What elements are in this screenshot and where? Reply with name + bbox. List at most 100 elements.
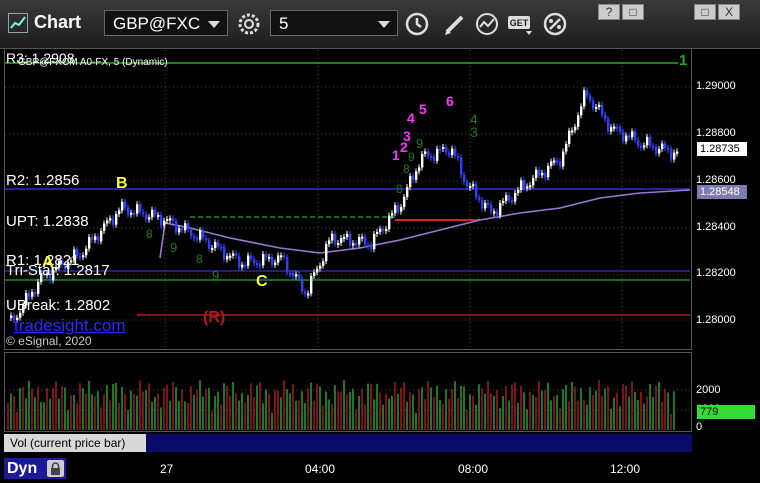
- candle-body: [208, 240, 211, 249]
- candle-body: [277, 255, 280, 263]
- candle-body: [595, 106, 598, 109]
- candle-body: [589, 95, 592, 101]
- candle-body: [604, 114, 607, 120]
- candle-body: [550, 161, 553, 166]
- candle-body: [319, 265, 322, 269]
- settings-button[interactable]: [234, 10, 264, 38]
- candle-body: [643, 145, 646, 148]
- candle-body: [91, 236, 94, 241]
- time-button[interactable]: [402, 10, 432, 38]
- candle-body: [313, 272, 316, 276]
- count-label: 9: [212, 268, 220, 283]
- candle-body: [529, 185, 532, 188]
- candle-body: [289, 272, 292, 275]
- candle-body: [295, 274, 298, 277]
- candle-body: [214, 242, 217, 249]
- symbol-value: GBP@FXC: [113, 14, 201, 33]
- candle-body: [346, 233, 349, 237]
- copyright: © eSignal, 2020: [6, 334, 92, 348]
- candle-body: [85, 248, 88, 256]
- candle-body: [106, 220, 109, 224]
- candle-body: [466, 182, 469, 187]
- candle-body: [562, 151, 565, 167]
- maximize-button[interactable]: □: [694, 4, 716, 20]
- candle-body: [559, 161, 562, 167]
- candle-body: [631, 131, 634, 138]
- candle-body: [265, 254, 268, 259]
- pencil-icon: [445, 15, 464, 35]
- candle-body: [511, 199, 514, 202]
- candle-body: [154, 209, 157, 215]
- candle-body: [664, 143, 667, 149]
- candle-body: [355, 243, 358, 246]
- ma-price-tag: 1.28548: [697, 185, 747, 199]
- candle-body: [103, 223, 106, 231]
- restore-button[interactable]: □: [622, 4, 644, 20]
- candle-body: [226, 256, 229, 260]
- candle-body: [496, 211, 499, 216]
- candle-body: [238, 255, 241, 268]
- candle-body: [475, 184, 478, 198]
- candle-body: [235, 253, 238, 256]
- candle-body: [367, 244, 370, 247]
- get-button[interactable]: GET: [505, 10, 535, 38]
- candle-body: [580, 106, 583, 116]
- candle-body: [268, 256, 271, 259]
- candle-body: [658, 149, 661, 154]
- wave-label-c: C: [256, 273, 268, 290]
- candle-body: [301, 278, 304, 292]
- candle-body: [670, 148, 673, 160]
- chevron-down-icon: [208, 21, 220, 28]
- candle-body: [163, 220, 166, 226]
- candle-body: [340, 238, 343, 243]
- level-label-tristar: Tri-Star: 1.2817: [6, 262, 110, 279]
- candle-body: [130, 212, 133, 215]
- candle-body: [517, 189, 520, 193]
- price-plot-canvas: [5, 50, 691, 348]
- candle-body: [409, 175, 412, 188]
- candle-body: [199, 230, 202, 240]
- candle-body: [373, 233, 376, 250]
- candle-body: [97, 236, 100, 242]
- candle-body: [253, 258, 256, 264]
- interval-dropdown[interactable]: 5: [270, 10, 398, 36]
- clock-icon: [405, 12, 429, 36]
- candle-body: [490, 204, 493, 212]
- candle-body: [430, 156, 433, 159]
- candle-body: [124, 201, 127, 208]
- draw-button[interactable]: [440, 10, 470, 38]
- candle-body: [433, 156, 436, 161]
- candle-body: [661, 143, 664, 150]
- candle-body: [499, 202, 502, 216]
- line-study-icon: [476, 13, 498, 35]
- candle-body: [403, 196, 406, 208]
- symbol-dropdown[interactable]: GBP@FXC: [104, 10, 228, 36]
- candle-body: [187, 223, 190, 230]
- candle-body: [337, 242, 340, 245]
- volume-label[interactable]: Vol (current price bar): [4, 434, 146, 452]
- candle-body: [484, 202, 487, 209]
- candle-body: [274, 262, 277, 265]
- candle-body: [127, 207, 130, 215]
- close-button[interactable]: X: [718, 4, 740, 20]
- link-button[interactable]: [540, 10, 570, 38]
- candle-body: [205, 237, 208, 241]
- volume-current-tag: 779: [697, 405, 755, 419]
- time-label: 12:00: [610, 462, 641, 476]
- candle-body: [310, 275, 313, 294]
- study-button[interactable]: [472, 10, 502, 38]
- r3-marker: 1: [679, 52, 688, 69]
- candle-body: [10, 315, 13, 318]
- price-tick: 1.28800: [696, 127, 736, 139]
- dynamic-mode-button[interactable]: Dyn: [4, 458, 66, 479]
- candle-body: [193, 236, 196, 239]
- price-tick: 1.28200: [696, 267, 736, 279]
- get-data-icon: GET: [508, 16, 532, 35]
- candle-body: [436, 148, 439, 161]
- candle-body: [172, 218, 175, 221]
- candle-body: [94, 236, 97, 241]
- candle-body: [181, 228, 184, 231]
- help-button[interactable]: ?: [598, 4, 620, 20]
- candle-body: [544, 172, 547, 178]
- candle-body: [316, 268, 319, 273]
